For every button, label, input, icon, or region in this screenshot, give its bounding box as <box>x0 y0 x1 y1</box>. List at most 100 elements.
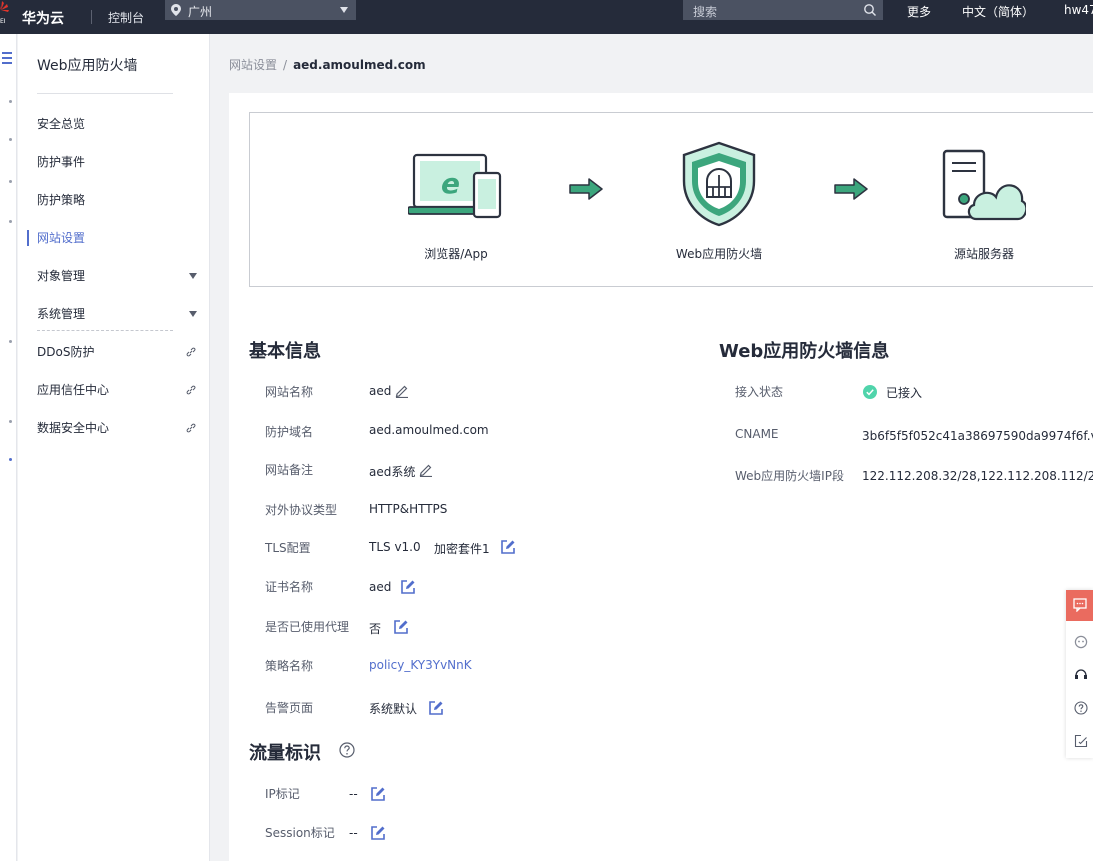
rail-marker <box>9 138 12 141</box>
search-input[interactable]: 搜索 <box>683 0 883 20</box>
sidebar-item-object-management[interactable]: 对象管理 <box>37 266 207 286</box>
field-value-certificate: aed <box>369 580 392 594</box>
rail-marker <box>9 420 12 423</box>
region-selector[interactable]: 广州 <box>165 0 356 20</box>
svg-text:e: e <box>441 167 460 200</box>
field-value-session-mark: -- <box>349 826 358 840</box>
rail-marker <box>9 458 12 461</box>
edit-box-icon[interactable] <box>393 619 409 635</box>
sidebar-title: Web应用防火墙 <box>37 58 138 74</box>
huawei-logo-icon[interactable] <box>0 1 10 19</box>
chat-button[interactable] <box>1066 590 1093 621</box>
pencil-icon[interactable] <box>395 384 409 398</box>
link-icon <box>186 385 196 395</box>
field-label: CNAME <box>735 427 779 441</box>
field-value-domain: aed.amoulmed.com <box>369 423 489 437</box>
breadcrumb-parent[interactable]: 网站设置 <box>229 58 277 72</box>
brand-name[interactable]: 华为云 <box>22 8 64 28</box>
sidebar-item-label: DDoS防护 <box>37 345 95 359</box>
chevron-down-icon <box>340 7 348 13</box>
field-value-cname: 3b6f5f5f052c41a38697590da9974f6f.vip1... <box>862 429 1093 443</box>
edit-box-icon[interactable] <box>370 786 386 802</box>
field-label: 对外协议类型 <box>265 503 338 517</box>
pencil-icon[interactable] <box>419 463 433 477</box>
field-value-ip-mark: -- <box>349 787 358 801</box>
edit-box-icon[interactable] <box>400 579 416 595</box>
active-indicator <box>27 230 29 246</box>
headset-icon[interactable] <box>1074 668 1088 682</box>
breadcrumb-current: aed.amoulmed.com <box>293 58 426 72</box>
feedback-icon[interactable] <box>1074 734 1088 748</box>
sidebar: Web应用防火墙 安全总览 防护事件 防护策略 网站设置 对象管理 系统管理 D… <box>18 34 210 861</box>
divider <box>37 330 173 331</box>
field-label: Web应用防火墙IP段 <box>735 469 844 483</box>
help-icon[interactable] <box>339 742 355 758</box>
user-menu[interactable]: hw47 <box>1064 3 1093 17</box>
policy-link[interactable]: policy_KY3YvNnK <box>369 658 472 672</box>
rail-marker <box>9 180 12 183</box>
field-label: 告警页面 <box>265 701 314 715</box>
sidebar-item-label: 对象管理 <box>37 269 86 283</box>
edit-box-icon[interactable] <box>370 825 386 841</box>
sidebar-item-ddos[interactable]: DDoS防护 <box>37 342 207 362</box>
breadcrumb-separator: / <box>283 58 288 72</box>
check-circle-icon <box>863 385 877 399</box>
rail-marker <box>9 100 12 103</box>
shield-icon <box>682 141 756 227</box>
location-pin-icon <box>171 4 181 16</box>
link-icon <box>186 347 196 357</box>
node-label-waf: Web应用防火墙 <box>675 247 763 261</box>
field-label: Session标记 <box>265 826 335 840</box>
chevron-down-icon <box>189 273 197 279</box>
arrow-right-icon <box>834 178 868 200</box>
field-label: 策略名称 <box>265 659 314 673</box>
sidebar-item-label: 防护策略 <box>37 193 86 207</box>
edit-box-icon[interactable] <box>428 700 444 716</box>
divider <box>91 10 92 24</box>
sidebar-item-events[interactable]: 防护事件 <box>37 152 207 172</box>
field-label: 网站备注 <box>265 463 314 477</box>
access-status: 已接入 <box>886 386 923 400</box>
search-icon[interactable] <box>863 3 877 17</box>
sidebar-item-security-overview[interactable]: 安全总览 <box>37 114 207 134</box>
language-menu[interactable]: 中文（简体） <box>962 3 1034 20</box>
sidebar-item-label: 网站设置 <box>37 231 86 245</box>
field-value-ip-range: 122.112.208.32/28,122.112.208.112/28,12.… <box>862 469 1093 483</box>
topology-diagram: e 浏览器/App Web应用防火墙 源站服务器 <box>249 112 1093 287</box>
sidebar-item-trust-center[interactable]: 应用信任中心 <box>37 380 207 400</box>
field-label: 接入状态 <box>735 385 784 399</box>
rail-marker <box>9 340 12 343</box>
field-value-proxy: 否 <box>369 622 382 636</box>
section-title-waf-info: Web应用防火墙信息 <box>719 341 890 362</box>
link-icon <box>186 423 196 433</box>
more-menu[interactable]: 更多 <box>907 3 931 20</box>
sidebar-item-website-settings[interactable]: 网站设置 <box>27 228 207 248</box>
divider <box>37 93 173 94</box>
rail-marker <box>9 220 12 223</box>
breadcrumb: 网站设置 / aed.amoulmed.com <box>229 56 426 73</box>
main-panel: e 浏览器/App Web应用防火墙 源站服务器 基本信息 网站名称 aed 防… <box>229 93 1093 861</box>
field-label: 证书名称 <box>265 580 314 594</box>
field-label: 是否已使用代理 <box>265 620 350 634</box>
arrow-right-icon <box>569 178 603 200</box>
sidebar-item-system-management[interactable]: 系统管理 <box>37 304 207 324</box>
server-cloud-icon <box>942 149 1026 221</box>
floating-toolbar <box>1066 590 1093 758</box>
menu-icon[interactable] <box>2 52 12 64</box>
section-title-basic-info: 基本信息 <box>249 341 321 362</box>
field-label: TLS配置 <box>265 541 311 555</box>
sidebar-item-label: 系统管理 <box>37 307 86 321</box>
search-placeholder: 搜索 <box>693 5 718 19</box>
browser-app-icon: e <box>408 153 502 219</box>
field-label: IP标记 <box>265 787 300 801</box>
field-value-site-name: aed <box>369 384 392 398</box>
field-value-tls: TLS v1.0 <box>369 540 421 554</box>
console-link[interactable]: 控制台 <box>108 9 144 26</box>
sidebar-item-label: 应用信任中心 <box>37 383 110 397</box>
question-icon[interactable] <box>1074 701 1088 715</box>
node-label-origin: 源站服务器 <box>953 247 1014 261</box>
sidebar-item-data-security[interactable]: 数据安全中心 <box>37 418 207 438</box>
robot-icon[interactable] <box>1074 635 1088 649</box>
edit-box-icon[interactable] <box>500 539 516 555</box>
sidebar-item-policies[interactable]: 防护策略 <box>37 190 207 210</box>
